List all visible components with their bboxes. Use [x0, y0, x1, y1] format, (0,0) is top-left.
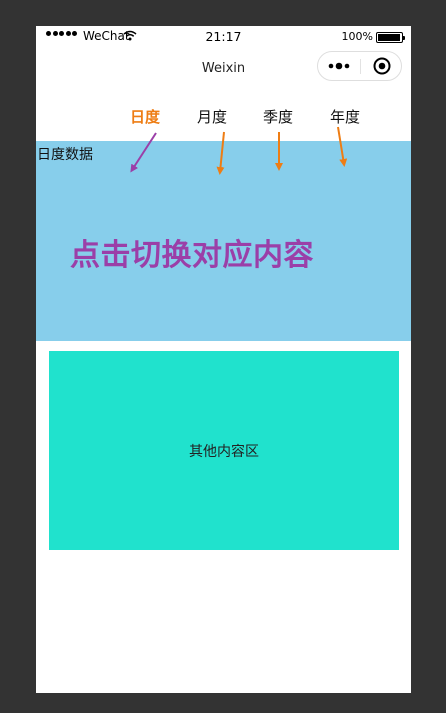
battery-percent: 100% — [341, 30, 373, 43]
content-panel: 日度数据 点击切换对应内容 — [36, 141, 411, 341]
panel-label: 日度数据 — [37, 147, 93, 163]
status-bar: WeChat 21:17 100% — [36, 26, 411, 48]
battery-icon — [376, 32, 405, 43]
capsule-divider — [360, 59, 361, 74]
close-icon[interactable] — [372, 56, 392, 76]
period-tabs: 日度 月度 季度 年度 — [36, 106, 411, 128]
other-content-label: 其他内容区 — [189, 443, 259, 460]
tab-season[interactable]: 季度 — [263, 106, 293, 127]
tab-day[interactable]: 日度 — [130, 106, 160, 127]
tab-month[interactable]: 月度 — [197, 106, 227, 127]
tab-year[interactable]: 年度 — [330, 106, 360, 127]
more-icon[interactable] — [328, 62, 352, 70]
phone-screen: WeChat 21:17 100% Weixin 日度 月度 季度 年度 日度数… — [36, 26, 411, 693]
other-content-area: 其他内容区 — [49, 351, 399, 550]
panel-hint: 点击切换对应内容 — [70, 238, 314, 273]
mini-program-capsule — [317, 51, 402, 81]
